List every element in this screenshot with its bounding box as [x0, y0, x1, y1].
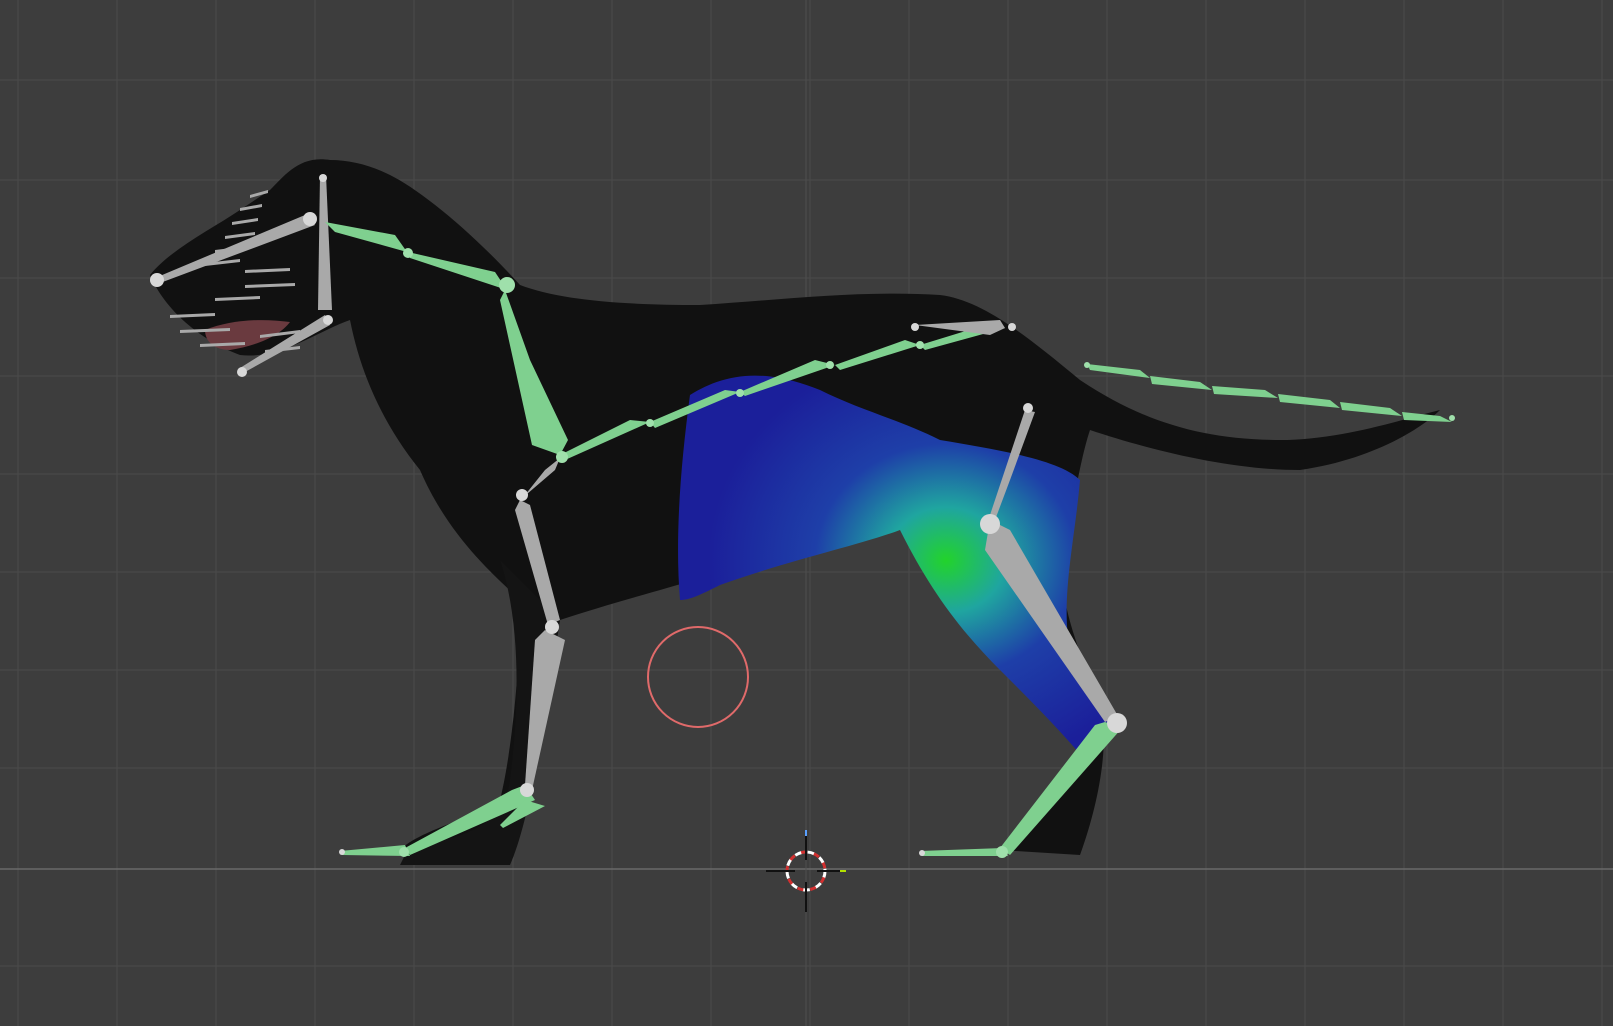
bone-tail-3[interactable]	[1212, 386, 1278, 398]
bone-tail-5[interactable]	[1340, 402, 1402, 416]
dog-mesh[interactable]	[150, 159, 1440, 865]
brush-cursor-icon	[647, 626, 749, 728]
bone-tail-2[interactable]	[1150, 376, 1212, 390]
bone-tail-4[interactable]	[1278, 394, 1340, 408]
viewport-canvas[interactable]	[0, 0, 1613, 1026]
3d-viewport[interactable]	[0, 0, 1613, 1026]
bone-hind-toe[interactable]	[920, 848, 1008, 856]
